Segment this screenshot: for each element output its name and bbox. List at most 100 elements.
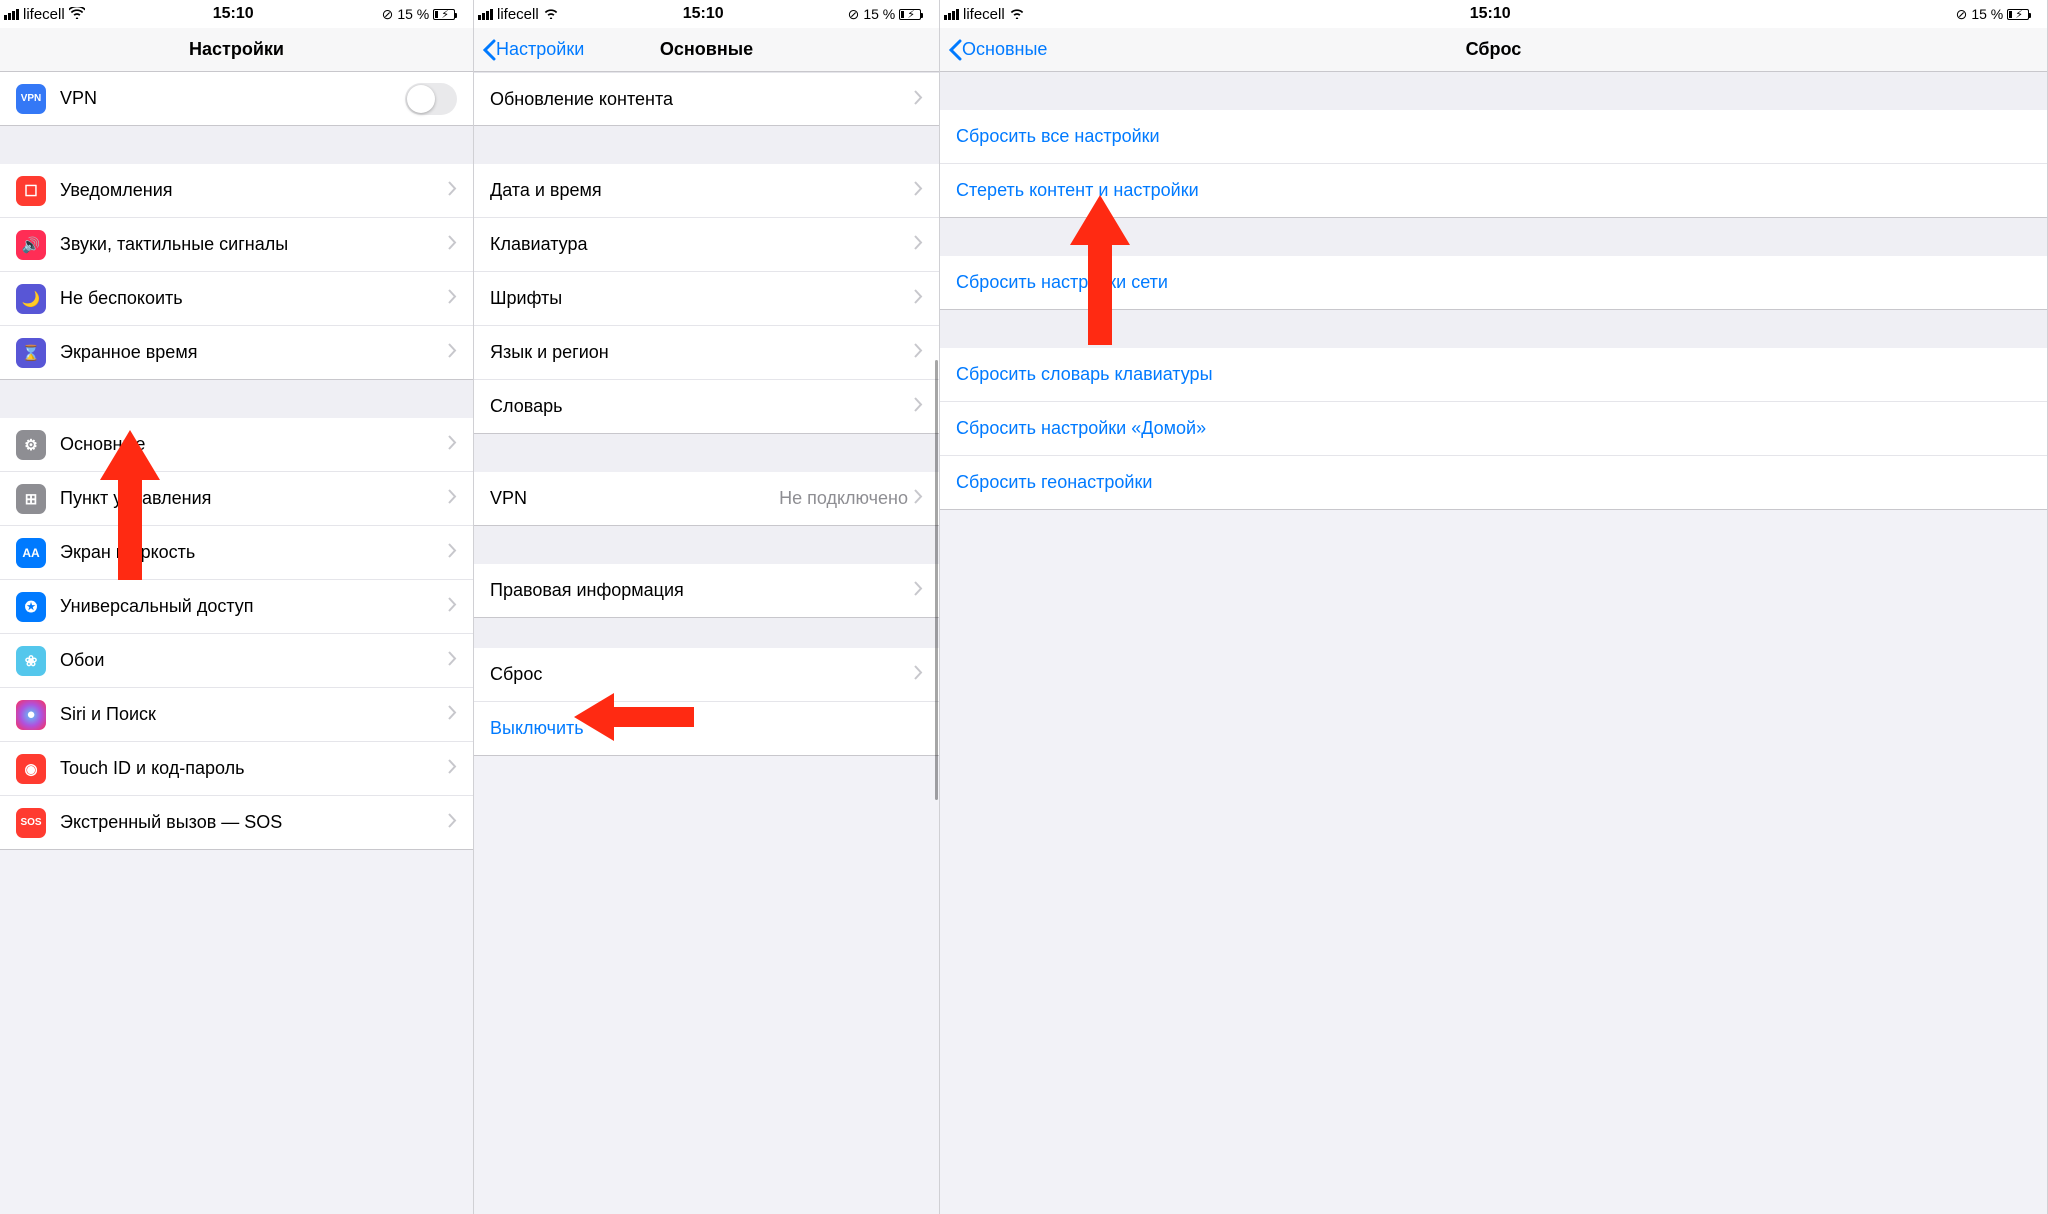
- row-reset-network[interactable]: Сбросить настройки сети: [940, 256, 2047, 310]
- control-center-icon: ⊞: [16, 484, 46, 514]
- chevron-right-icon: [914, 488, 923, 509]
- vpn-icon: VPN: [16, 84, 46, 114]
- section-gap: [0, 380, 473, 418]
- status-bar: lifecell 15:10 ⊘ 15 % ⚡︎: [474, 0, 939, 28]
- display-icon: AA: [16, 538, 46, 568]
- charging-icon: ⚡︎: [441, 8, 449, 21]
- row-content-update[interactable]: Обновление контента: [474, 72, 939, 126]
- section-gap: [474, 434, 939, 472]
- row-accessibility[interactable]: ✪ Универсальный доступ: [0, 580, 473, 634]
- vpn-toggle[interactable]: [405, 83, 457, 115]
- back-button[interactable]: Основные: [948, 39, 1047, 61]
- row-reset-keyboard-dict[interactable]: Сбросить словарь клавиатуры: [940, 348, 2047, 402]
- chevron-right-icon: [448, 812, 457, 833]
- wifi-icon: [1009, 6, 1025, 23]
- chevron-right-icon: [448, 288, 457, 309]
- charging-icon: ⚡︎: [907, 8, 915, 21]
- carrier-label: lifecell: [497, 6, 539, 23]
- row-vpn-status[interactable]: VPN Не подключено: [474, 472, 939, 526]
- navbar: Настройки Основные: [474, 28, 939, 72]
- signal-icon: [4, 9, 19, 20]
- row-label: Экстренный вызов — SOS: [60, 812, 448, 833]
- chevron-right-icon: [914, 180, 923, 201]
- row-label: Звуки, тактильные сигналы: [60, 234, 448, 255]
- row-label: Клавиатура: [490, 234, 914, 255]
- chevron-right-icon: [448, 596, 457, 617]
- row-sounds[interactable]: 🔊 Звуки, тактильные сигналы: [0, 218, 473, 272]
- row-vpn[interactable]: VPN VPN: [0, 72, 473, 126]
- chevron-right-icon: [448, 650, 457, 671]
- row-label: Сбросить словарь клавиатуры: [956, 364, 2031, 385]
- row-label: Экран и яркость: [60, 542, 448, 563]
- row-reset-location[interactable]: Сбросить геонастройки: [940, 456, 2047, 510]
- navbar: Основные Сброс: [940, 28, 2047, 72]
- row-dictionary[interactable]: Словарь: [474, 380, 939, 434]
- row-keyboard[interactable]: Клавиатура: [474, 218, 939, 272]
- row-notifications[interactable]: ☐ Уведомления: [0, 164, 473, 218]
- row-fonts[interactable]: Шрифты: [474, 272, 939, 326]
- row-label: Сброс: [490, 664, 914, 685]
- row-dnd[interactable]: 🌙 Не беспокоить: [0, 272, 473, 326]
- chevron-right-icon: [448, 704, 457, 725]
- status-bar: lifecell 15:10 ⊘ 15 % ⚡︎: [940, 0, 2047, 28]
- back-label: Основные: [962, 39, 1047, 60]
- section-gap: [0, 126, 473, 164]
- chevron-right-icon: [448, 488, 457, 509]
- status-time: 15:10: [1025, 5, 1956, 23]
- wifi-icon: [69, 6, 85, 23]
- section-gap: [474, 526, 939, 564]
- sounds-icon: 🔊: [16, 230, 46, 260]
- scroll-indicator: [935, 360, 938, 800]
- signal-icon: [478, 9, 493, 20]
- screentime-icon: ⌛: [16, 338, 46, 368]
- row-legal[interactable]: Правовая информация: [474, 564, 939, 618]
- row-display[interactable]: AA Экран и яркость: [0, 526, 473, 580]
- chevron-right-icon: [448, 434, 457, 455]
- row-label: Не беспокоить: [60, 288, 448, 309]
- section-gap: [474, 618, 939, 648]
- row-label: Язык и регион: [490, 342, 914, 363]
- battery-percent: 15 %: [1971, 6, 2003, 22]
- chevron-right-icon: [914, 342, 923, 363]
- back-button[interactable]: Настройки: [482, 39, 584, 61]
- carrier-label: lifecell: [23, 6, 65, 23]
- row-reset-home[interactable]: Сбросить настройки «Домой»: [940, 402, 2047, 456]
- fingerprint-icon: ◉: [16, 754, 46, 784]
- row-wallpaper[interactable]: ❀ Обои: [0, 634, 473, 688]
- row-label: Уведомления: [60, 180, 448, 201]
- row-date-time[interactable]: Дата и время: [474, 164, 939, 218]
- battery-percent: 15 %: [397, 6, 429, 22]
- chevron-right-icon: [448, 180, 457, 201]
- row-label: Сбросить настройки сети: [956, 272, 2031, 293]
- row-sos[interactable]: SOS Экстренный вызов — SOS: [0, 796, 473, 850]
- row-general[interactable]: ⚙ Основные: [0, 418, 473, 472]
- row-erase-all[interactable]: Стереть контент и настройки: [940, 164, 2047, 218]
- charging-icon: ⚡︎: [2015, 8, 2023, 21]
- chevron-right-icon: [914, 234, 923, 255]
- row-control-center[interactable]: ⊞ Пункт управления: [0, 472, 473, 526]
- dnd-icon: 🌙: [16, 284, 46, 314]
- section-gap: [940, 310, 2047, 348]
- chevron-right-icon: [914, 396, 923, 417]
- chevron-right-icon: [914, 89, 923, 110]
- row-touchid[interactable]: ◉ Touch ID и код-пароль: [0, 742, 473, 796]
- row-screentime[interactable]: ⌛ Экранное время: [0, 326, 473, 380]
- row-shutdown[interactable]: Выключить: [474, 702, 939, 756]
- row-label: Правовая информация: [490, 580, 914, 601]
- status-bar: lifecell 15:10 ⊘ 15 % ⚡︎: [0, 0, 473, 28]
- row-label: Пункт управления: [60, 488, 448, 509]
- orientation-lock-icon: ⊘: [382, 6, 394, 23]
- section-gap: [474, 126, 939, 164]
- signal-icon: [944, 9, 959, 20]
- row-reset[interactable]: Сброс: [474, 648, 939, 702]
- settings-pane-2: lifecell 15:10 ⊘ 15 % ⚡︎ Настройки Основ…: [474, 0, 940, 1214]
- row-label: Обновление контента: [490, 89, 914, 110]
- row-siri[interactable]: ● Siri и Поиск: [0, 688, 473, 742]
- row-label: VPN: [490, 488, 779, 509]
- back-label: Настройки: [496, 39, 584, 60]
- row-label: Основные: [60, 434, 448, 455]
- section-gap: [940, 72, 2047, 110]
- row-reset-all[interactable]: Сбросить все настройки: [940, 110, 2047, 164]
- row-language[interactable]: Язык и регион: [474, 326, 939, 380]
- row-label: Стереть контент и настройки: [956, 180, 2031, 201]
